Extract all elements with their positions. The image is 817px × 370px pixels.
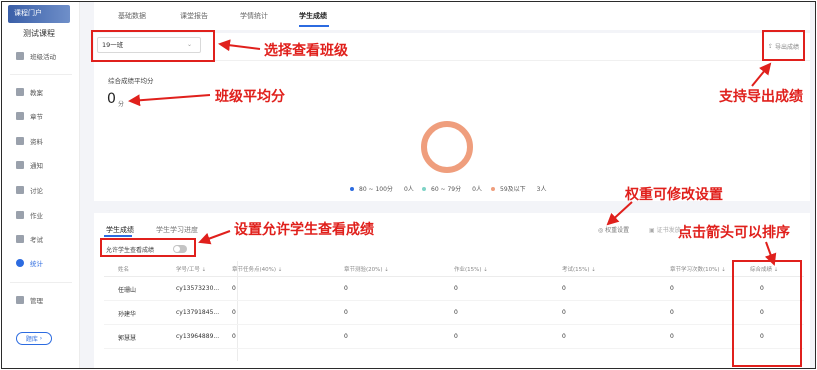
arrow-to-allow-view	[198, 230, 231, 245]
annotation-arrows	[128, 39, 777, 266]
arrow-to-class-select	[218, 39, 261, 52]
app-frame: 课程门户 测试课程 班级活动 教案 章节 资料 通知 讨论 作业 考试 统计 管…	[1, 1, 816, 369]
arrow-to-weight	[606, 201, 633, 226]
arrow-to-export	[751, 62, 772, 87]
arrow-to-sort	[764, 241, 777, 266]
arrow-to-average	[128, 94, 211, 107]
